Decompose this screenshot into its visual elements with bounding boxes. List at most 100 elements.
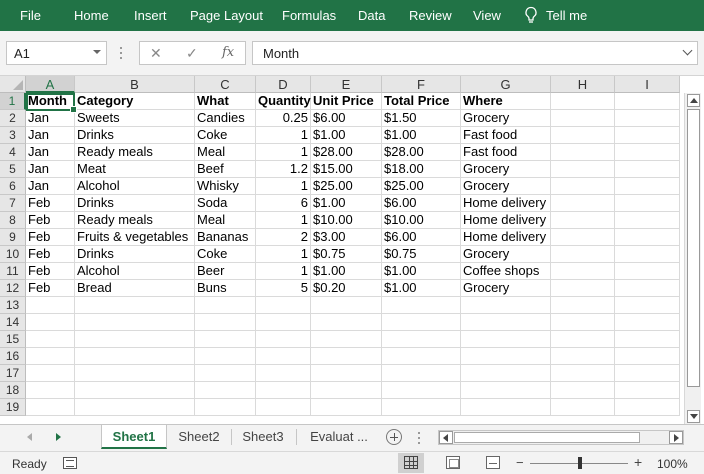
tab-home[interactable]: Home bbox=[74, 8, 109, 23]
grid-cell[interactable] bbox=[615, 229, 680, 246]
grid-cell[interactable] bbox=[551, 229, 615, 246]
row-header[interactable]: 7 bbox=[0, 195, 26, 212]
grid-cell[interactable] bbox=[551, 127, 615, 144]
data-cell[interactable]: $1.00 bbox=[311, 195, 382, 212]
data-cell[interactable]: Drinks bbox=[75, 246, 195, 263]
grid-cell[interactable] bbox=[256, 314, 311, 331]
row-header[interactable]: 3 bbox=[0, 127, 26, 144]
row-header[interactable]: 2 bbox=[0, 110, 26, 127]
scroll-up-icon[interactable] bbox=[687, 94, 700, 107]
insert-function-icon[interactable]: fx bbox=[222, 45, 234, 60]
header-cell[interactable]: Where bbox=[461, 93, 551, 110]
next-sheet-icon[interactable] bbox=[56, 433, 61, 441]
grid-cell[interactable] bbox=[382, 348, 461, 365]
grid-cell[interactable] bbox=[256, 365, 311, 382]
formula-input[interactable]: Month bbox=[252, 41, 698, 65]
data-cell[interactable]: Fast food bbox=[461, 127, 551, 144]
grid-cell[interactable] bbox=[311, 365, 382, 382]
sheet-tab-sheet3[interactable]: Sheet3 bbox=[233, 425, 293, 449]
data-cell[interactable]: 1 bbox=[256, 178, 311, 195]
column-header[interactable]: I bbox=[615, 76, 680, 93]
data-cell[interactable]: 5 bbox=[256, 280, 311, 297]
tab-page-layout[interactable]: Page Layout bbox=[190, 8, 263, 23]
grid-cell[interactable] bbox=[195, 365, 256, 382]
zoom-out-icon[interactable]: − bbox=[516, 455, 524, 470]
data-cell[interactable]: Jan bbox=[26, 178, 75, 195]
grid-cell[interactable] bbox=[75, 399, 195, 416]
grid-cell[interactable] bbox=[615, 195, 680, 212]
data-cell[interactable]: Fruits & vegetables bbox=[75, 229, 195, 246]
data-cell[interactable]: Feb bbox=[26, 212, 75, 229]
grid-cell[interactable] bbox=[461, 314, 551, 331]
header-cell[interactable]: Unit Price bbox=[311, 93, 382, 110]
tab-review[interactable]: Review bbox=[409, 8, 452, 23]
data-cell[interactable]: 0.25 bbox=[256, 110, 311, 127]
add-sheet-icon[interactable] bbox=[386, 429, 402, 445]
data-cell[interactable]: Grocery bbox=[461, 246, 551, 263]
grid-cell[interactable] bbox=[551, 382, 615, 399]
grid-cell[interactable] bbox=[551, 331, 615, 348]
tell-me-search[interactable]: Tell me bbox=[524, 6, 587, 24]
data-cell[interactable]: $10.00 bbox=[311, 212, 382, 229]
grid-cell[interactable] bbox=[615, 263, 680, 280]
data-cell[interactable]: Feb bbox=[26, 195, 75, 212]
normal-view-icon[interactable] bbox=[404, 456, 418, 469]
data-cell[interactable]: 1 bbox=[256, 212, 311, 229]
grid-cell[interactable] bbox=[551, 297, 615, 314]
tab-view[interactable]: View bbox=[473, 8, 501, 23]
grid-cell[interactable] bbox=[615, 212, 680, 229]
grid-cell[interactable] bbox=[615, 365, 680, 382]
grid-cell[interactable] bbox=[551, 365, 615, 382]
header-cell[interactable]: Category bbox=[75, 93, 195, 110]
grid-cell[interactable] bbox=[551, 246, 615, 263]
grid-cell[interactable] bbox=[615, 127, 680, 144]
data-cell[interactable]: $10.00 bbox=[382, 212, 461, 229]
data-cell[interactable]: Home delivery bbox=[461, 195, 551, 212]
grid-cell[interactable] bbox=[382, 297, 461, 314]
data-cell[interactable]: $0.75 bbox=[382, 246, 461, 263]
data-cell[interactable]: Soda bbox=[195, 195, 256, 212]
data-cell[interactable]: $3.00 bbox=[311, 229, 382, 246]
row-header[interactable]: 15 bbox=[0, 331, 26, 348]
grid-cell[interactable] bbox=[75, 348, 195, 365]
grid-cell[interactable] bbox=[551, 212, 615, 229]
column-header[interactable]: D bbox=[256, 76, 311, 93]
row-header[interactable]: 13 bbox=[0, 297, 26, 314]
data-cell[interactable]: Feb bbox=[26, 246, 75, 263]
grid-cell[interactable] bbox=[551, 110, 615, 127]
data-cell[interactable]: Meal bbox=[195, 144, 256, 161]
grid-cell[interactable] bbox=[615, 348, 680, 365]
data-cell[interactable]: 2 bbox=[256, 229, 311, 246]
grid-cell[interactable] bbox=[75, 365, 195, 382]
data-cell[interactable]: Jan bbox=[26, 161, 75, 178]
grid-cell[interactable] bbox=[195, 314, 256, 331]
data-cell[interactable]: Fast food bbox=[461, 144, 551, 161]
grid-cell[interactable] bbox=[551, 348, 615, 365]
data-cell[interactable]: Jan bbox=[26, 127, 75, 144]
data-cell[interactable]: Alcohol bbox=[75, 263, 195, 280]
data-cell[interactable]: Home delivery bbox=[461, 229, 551, 246]
row-header[interactable]: 18 bbox=[0, 382, 26, 399]
data-cell[interactable]: Grocery bbox=[461, 161, 551, 178]
sheet-tab-evaluation[interactable]: Evaluat ... bbox=[300, 425, 378, 449]
data-cell[interactable]: Buns bbox=[195, 280, 256, 297]
data-cell[interactable]: 1 bbox=[256, 144, 311, 161]
data-cell[interactable]: Grocery bbox=[461, 178, 551, 195]
zoom-level[interactable]: 100% bbox=[657, 457, 688, 471]
tab-insert[interactable]: Insert bbox=[134, 8, 167, 23]
grid-cell[interactable] bbox=[615, 110, 680, 127]
grid-cell[interactable] bbox=[461, 399, 551, 416]
grid-cell[interactable] bbox=[461, 365, 551, 382]
grid-cell[interactable] bbox=[311, 382, 382, 399]
grid-cell[interactable] bbox=[615, 314, 680, 331]
horizontal-scroll-thumb[interactable] bbox=[454, 432, 640, 443]
data-cell[interactable]: $0.20 bbox=[311, 280, 382, 297]
data-cell[interactable]: Grocery bbox=[461, 110, 551, 127]
grid-cell[interactable] bbox=[256, 297, 311, 314]
scroll-left-icon[interactable] bbox=[439, 431, 453, 444]
column-header[interactable]: E bbox=[311, 76, 382, 93]
grid-cell[interactable] bbox=[382, 399, 461, 416]
grid-cell[interactable] bbox=[461, 297, 551, 314]
grid-cell[interactable] bbox=[195, 382, 256, 399]
grid-cell[interactable] bbox=[461, 348, 551, 365]
